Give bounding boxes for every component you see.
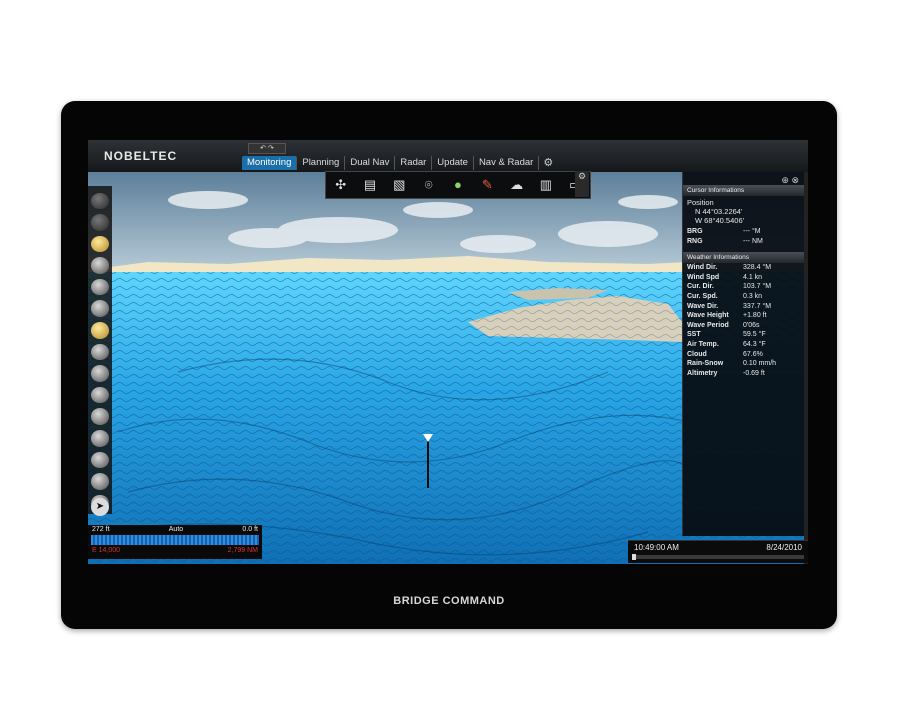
tool-button-icon[interactable]: [91, 430, 109, 447]
tool-button-icon[interactable]: [91, 343, 109, 361]
tab-planning[interactable]: Planning: [297, 156, 346, 170]
weather-label: Wind Spd: [687, 273, 720, 281]
depth-bottom-left: E 14,000: [92, 547, 121, 554]
weather-label: Cloud: [687, 350, 707, 358]
tool-button-icon[interactable]: [91, 322, 109, 339]
brg-label: BRG: [687, 228, 703, 235]
weather-value: 0.10 mm/h: [743, 360, 777, 368]
settings-gear-icon[interactable]: ⚙: [539, 156, 553, 170]
weather-label: Cur. Dir.: [687, 283, 714, 291]
cursor-info-header: Cursor Informations: [683, 185, 805, 196]
time-slider-track[interactable]: [632, 554, 804, 560]
screen: NOBELTEC ↶ ↷ Monitoring Planning Dual Na…: [88, 140, 808, 564]
rng-value: --- NM: [743, 237, 763, 245]
tab-update[interactable]: Update: [432, 156, 474, 170]
weather-value: 103.7 °M: [743, 283, 772, 291]
weather-label: Wave Height: [687, 312, 729, 320]
weather-label: Wave Period: [687, 321, 729, 329]
current-time: 10:49:00 AM: [634, 543, 679, 552]
brg-value: --- °M: [743, 228, 761, 235]
tool-button-icon[interactable]: [91, 235, 109, 253]
north-compass-icon[interactable]: ➤: [91, 498, 109, 516]
time-slider-handle[interactable]: [632, 554, 636, 560]
waypoint-icon[interactable]: ●: [448, 176, 468, 194]
weather-value: 0'06s: [743, 321, 760, 329]
weather-value: 0.3 kn: [743, 292, 763, 300]
top-bar: NOBELTEC ↶ ↷ Monitoring Planning Dual Na…: [88, 140, 808, 173]
undo-redo-button[interactable]: ↶ ↷: [248, 143, 286, 154]
compass-rose-icon[interactable]: ✣: [331, 176, 351, 194]
depth-right-value: 0.0 ft: [242, 526, 258, 533]
panel-controls-icon[interactable]: ⊕ ⊗: [781, 175, 799, 186]
weather-value: 4.1 kn: [743, 273, 763, 281]
route-icon[interactable]: ✎: [477, 176, 497, 194]
left-tool-panel: [88, 186, 112, 514]
weather-value: 337.7 °M: [743, 302, 772, 310]
current-date: 8/24/2010: [766, 543, 802, 552]
toolbar-options-icon[interactable]: ⚙: [575, 171, 589, 197]
weather-label: Rain-Snow: [687, 360, 724, 368]
nobeltec-logo: NOBELTEC: [104, 149, 178, 163]
weather-value: 59.5 °F: [743, 331, 766, 339]
weather-label: Altimetry: [687, 369, 718, 377]
depth-bottom-right: 2,799 NM: [227, 547, 258, 554]
weather-value: 64.3 °F: [743, 340, 766, 348]
tool-button-icon[interactable]: [91, 257, 109, 274]
depth-bar: [91, 535, 259, 545]
position-lon: W 68°40.5406': [695, 216, 745, 225]
time-slider: 10:49:00 AM 8/24/2010: [628, 540, 808, 563]
pen-tool-icon[interactable]: [91, 192, 109, 210]
erase-tool-icon[interactable]: [91, 214, 109, 231]
weather-value: -0.69 ft: [743, 369, 765, 377]
depth-left-value: 272 ft: [92, 526, 110, 533]
tool-button-icon[interactable]: [91, 408, 109, 426]
weather-value: 67.6%: [743, 350, 763, 358]
position-label: Position: [687, 198, 714, 207]
tool-button-icon[interactable]: [91, 278, 109, 296]
layers-icon[interactable]: ▤: [360, 176, 380, 194]
tool-button-icon[interactable]: [91, 473, 109, 490]
weather-label: Wind Dir.: [687, 264, 718, 272]
tab-radar[interactable]: Radar: [395, 156, 433, 170]
rng-label: RNG: [687, 237, 703, 245]
weather-label: Wave Dir.: [687, 302, 719, 310]
depth-sounder-widget: 272 ft Auto 0.0 ft E 14,000 2,799 NM: [88, 525, 262, 559]
tab-nav-radar[interactable]: Nav & Radar: [474, 156, 540, 170]
chart-icon[interactable]: ▧: [389, 176, 409, 194]
tool-button-icon[interactable]: [91, 365, 109, 382]
position-lat: N 44°03.2264': [695, 207, 743, 216]
info-panel: ⊕ ⊗ Cursor Informations Position N 44°03…: [682, 172, 805, 536]
weather-value: +1.80 ft: [743, 312, 767, 320]
depth-mode[interactable]: Auto: [169, 526, 183, 533]
weather-icon[interactable]: ☁: [507, 176, 527, 194]
tool-button-icon[interactable]: [91, 386, 109, 404]
weather-label: Air Temp.: [687, 340, 719, 348]
weather-label: Cur. Spd.: [687, 292, 718, 300]
weather-info-header: Weather Informations: [683, 252, 805, 264]
tab-monitoring[interactable]: Monitoring: [242, 156, 298, 170]
weather-label: SST: [687, 331, 701, 339]
right-scrollbar[interactable]: [804, 172, 808, 564]
map-toolbar: ✣ ▤ ▧ ⌾ ● ✎ ☁ ▥ ▭: [325, 171, 591, 199]
tab-dual-nav[interactable]: Dual Nav: [345, 156, 396, 170]
bridge-command-brand: BRIDGE COMMAND: [393, 595, 505, 607]
book-icon[interactable]: ▥: [536, 176, 556, 194]
tool-button-icon[interactable]: [91, 300, 109, 318]
tool-button-icon[interactable]: [91, 451, 109, 469]
weather-value: 328.4 °M: [743, 264, 772, 272]
main-tabs: Monitoring Planning Dual Nav Radar Updat…: [242, 156, 553, 170]
vessel-icon[interactable]: ⌾: [419, 176, 439, 194]
